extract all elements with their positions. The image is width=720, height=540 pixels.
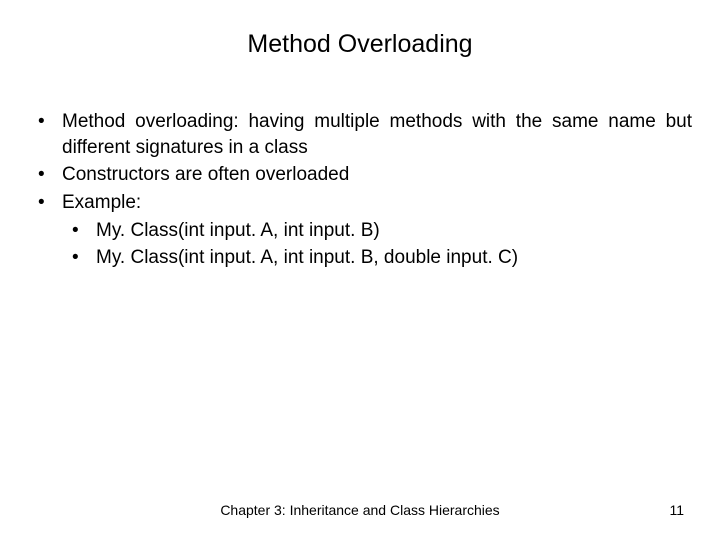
page-number: 11	[669, 502, 684, 518]
slide-content: Method overloading: having multiple meth…	[0, 109, 720, 271]
main-bullet-list: Method overloading: having multiple meth…	[28, 109, 692, 271]
footer-text: Chapter 3: Inheritance and Class Hierarc…	[0, 502, 720, 518]
bullet-item: Constructors are often overloaded	[28, 162, 692, 188]
bullet-item: Method overloading: having multiple meth…	[28, 109, 692, 160]
sub-bullet-list: My. Class(int input. A, int input. B) My…	[62, 218, 692, 271]
sub-bullet-item: My. Class(int input. A, int input. B)	[62, 218, 692, 244]
bullet-item: Example: My. Class(int input. A, int inp…	[28, 190, 692, 271]
bullet-text: Example:	[62, 192, 141, 213]
sub-bullet-item: My. Class(int input. A, int input. B, do…	[62, 245, 692, 271]
slide-title: Method Overloading	[0, 0, 720, 109]
